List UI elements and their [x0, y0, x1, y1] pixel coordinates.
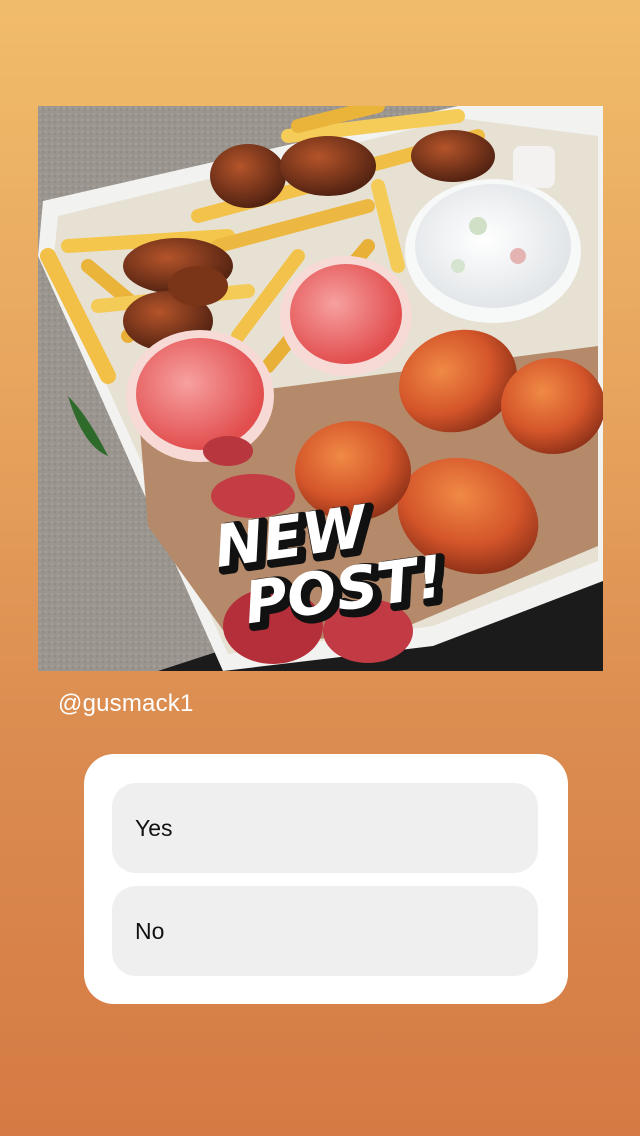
poll-option-no[interactable]: No [112, 886, 538, 976]
username-mention[interactable]: @gusmack1 [58, 690, 194, 718]
poll-option-yes[interactable]: Yes [112, 783, 538, 873]
poll-option-yes-label: Yes [135, 814, 173, 841]
poll-sticker: Yes No [84, 754, 568, 1004]
new-post-sticker[interactable]: NEW NEW POST! POST! [210, 486, 456, 645]
poll-option-no-label: No [135, 917, 165, 944]
